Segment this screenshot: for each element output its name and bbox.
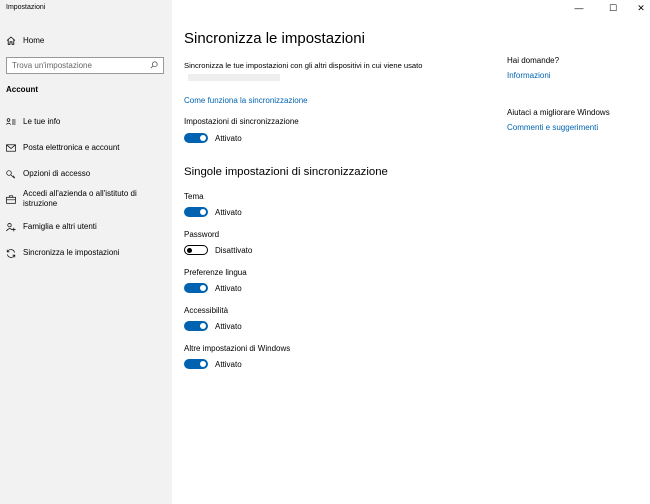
toggle-switch[interactable] bbox=[184, 283, 208, 293]
section-label-account: Account bbox=[6, 85, 38, 94]
main-content: Sincronizza le impostazioni Sincronizza … bbox=[184, 0, 494, 504]
toggle-state: Attivato bbox=[215, 321, 242, 331]
language-prefs-label: Preferenze lingua bbox=[184, 268, 247, 277]
sidebar-item-work-school[interactable]: Accedi all'azienda o all'istituto di ist… bbox=[6, 189, 166, 209]
toggle-state: Attivato bbox=[215, 283, 242, 293]
sidebar: Impostazioni Home Account Le tue info Po… bbox=[0, 0, 172, 504]
toggle-switch[interactable] bbox=[184, 321, 208, 331]
sync-settings-toggle[interactable]: Attivato bbox=[184, 133, 242, 143]
search-box[interactable] bbox=[6, 57, 164, 74]
toggle-switch[interactable] bbox=[184, 207, 208, 217]
sidebar-item-label: Posta elettronica e account bbox=[23, 143, 120, 152]
briefcase-icon bbox=[6, 194, 16, 204]
sidebar-item-family-users[interactable]: Famiglia e altri utenti bbox=[6, 222, 166, 232]
how-sync-works-link[interactable]: Come funziona la sincronizzazione bbox=[184, 96, 308, 105]
page-description: Sincronizza le tue impostazioni con gli … bbox=[184, 60, 474, 82]
mail-icon bbox=[6, 144, 16, 152]
sidebar-item-home[interactable]: Home bbox=[6, 32, 166, 48]
sidebar-item-email-accounts[interactable]: Posta elettronica e account bbox=[6, 143, 166, 153]
home-icon bbox=[6, 35, 16, 45]
info-link[interactable]: Informazioni bbox=[507, 71, 551, 80]
toggle-state: Disattivato bbox=[215, 245, 253, 255]
toggle-switch[interactable] bbox=[184, 133, 208, 143]
search-input[interactable] bbox=[12, 61, 150, 70]
sidebar-item-label: Le tue info bbox=[23, 117, 61, 126]
feedback-link[interactable]: Commenti e suggerimenti bbox=[507, 123, 598, 132]
toggle-switch[interactable] bbox=[184, 245, 208, 255]
questions-heading: Hai domande? bbox=[507, 56, 560, 65]
page-title: Sincronizza le impostazioni bbox=[184, 30, 365, 47]
sidebar-item-label: Home bbox=[23, 35, 45, 45]
improve-windows-heading: Aiutaci a migliorare Windows bbox=[507, 108, 610, 117]
sidebar-item-label: Sincronizza le impostazioni bbox=[23, 248, 120, 257]
app-title: Impostazioni bbox=[6, 4, 46, 11]
sidebar-item-sync-settings[interactable]: Sincronizza le impostazioni bbox=[6, 248, 166, 258]
other-windows-settings-toggle[interactable]: Attivato bbox=[184, 359, 242, 369]
toggle-state: Attivato bbox=[215, 359, 242, 369]
sidebar-item-label: Famiglia e altri utenti bbox=[23, 222, 97, 231]
password-toggle[interactable]: Disattivato bbox=[184, 245, 252, 255]
minimize-button[interactable]: — bbox=[564, 0, 594, 16]
add-person-icon bbox=[6, 222, 16, 232]
sidebar-item-label: Accedi all'azienda o all'istituto di ist… bbox=[23, 189, 137, 208]
accessibility-toggle[interactable]: Attivato bbox=[184, 321, 242, 331]
key-icon bbox=[6, 169, 16, 179]
sidebar-item-your-info[interactable]: Le tue info bbox=[6, 117, 166, 127]
close-icon: ✕ bbox=[637, 2, 645, 13]
individual-sync-title: Singole impostazioni di sincronizzazione bbox=[184, 166, 388, 178]
maximize-button[interactable]: ☐ bbox=[598, 0, 628, 16]
toggle-state: Attivato bbox=[215, 133, 242, 143]
redacted-account bbox=[188, 73, 280, 81]
sidebar-item-label: Opzioni di accesso bbox=[23, 169, 91, 178]
sidebar-item-sign-in-options[interactable]: Opzioni di accesso bbox=[6, 169, 166, 179]
sync-icon bbox=[6, 248, 16, 258]
close-button[interactable]: ✕ bbox=[626, 0, 650, 16]
person-card-icon bbox=[6, 118, 16, 126]
maximize-icon: ☐ bbox=[608, 2, 618, 13]
description-text: Sincronizza le tue impostazioni con gli … bbox=[184, 61, 423, 70]
theme-label: Tema bbox=[184, 192, 204, 201]
sync-settings-label: Impostazioni di sincronizzazione bbox=[184, 117, 299, 126]
minimize-icon: — bbox=[574, 3, 584, 13]
other-windows-settings-label: Altre impostazioni di Windows bbox=[184, 344, 291, 353]
language-prefs-toggle[interactable]: Attivato bbox=[184, 283, 242, 293]
search-icon[interactable] bbox=[150, 60, 158, 71]
toggle-state: Attivato bbox=[215, 207, 242, 217]
toggle-switch[interactable] bbox=[184, 359, 208, 369]
theme-toggle[interactable]: Attivato bbox=[184, 207, 242, 217]
accessibility-label: Accessibilità bbox=[184, 306, 229, 315]
password-label: Password bbox=[184, 230, 220, 239]
